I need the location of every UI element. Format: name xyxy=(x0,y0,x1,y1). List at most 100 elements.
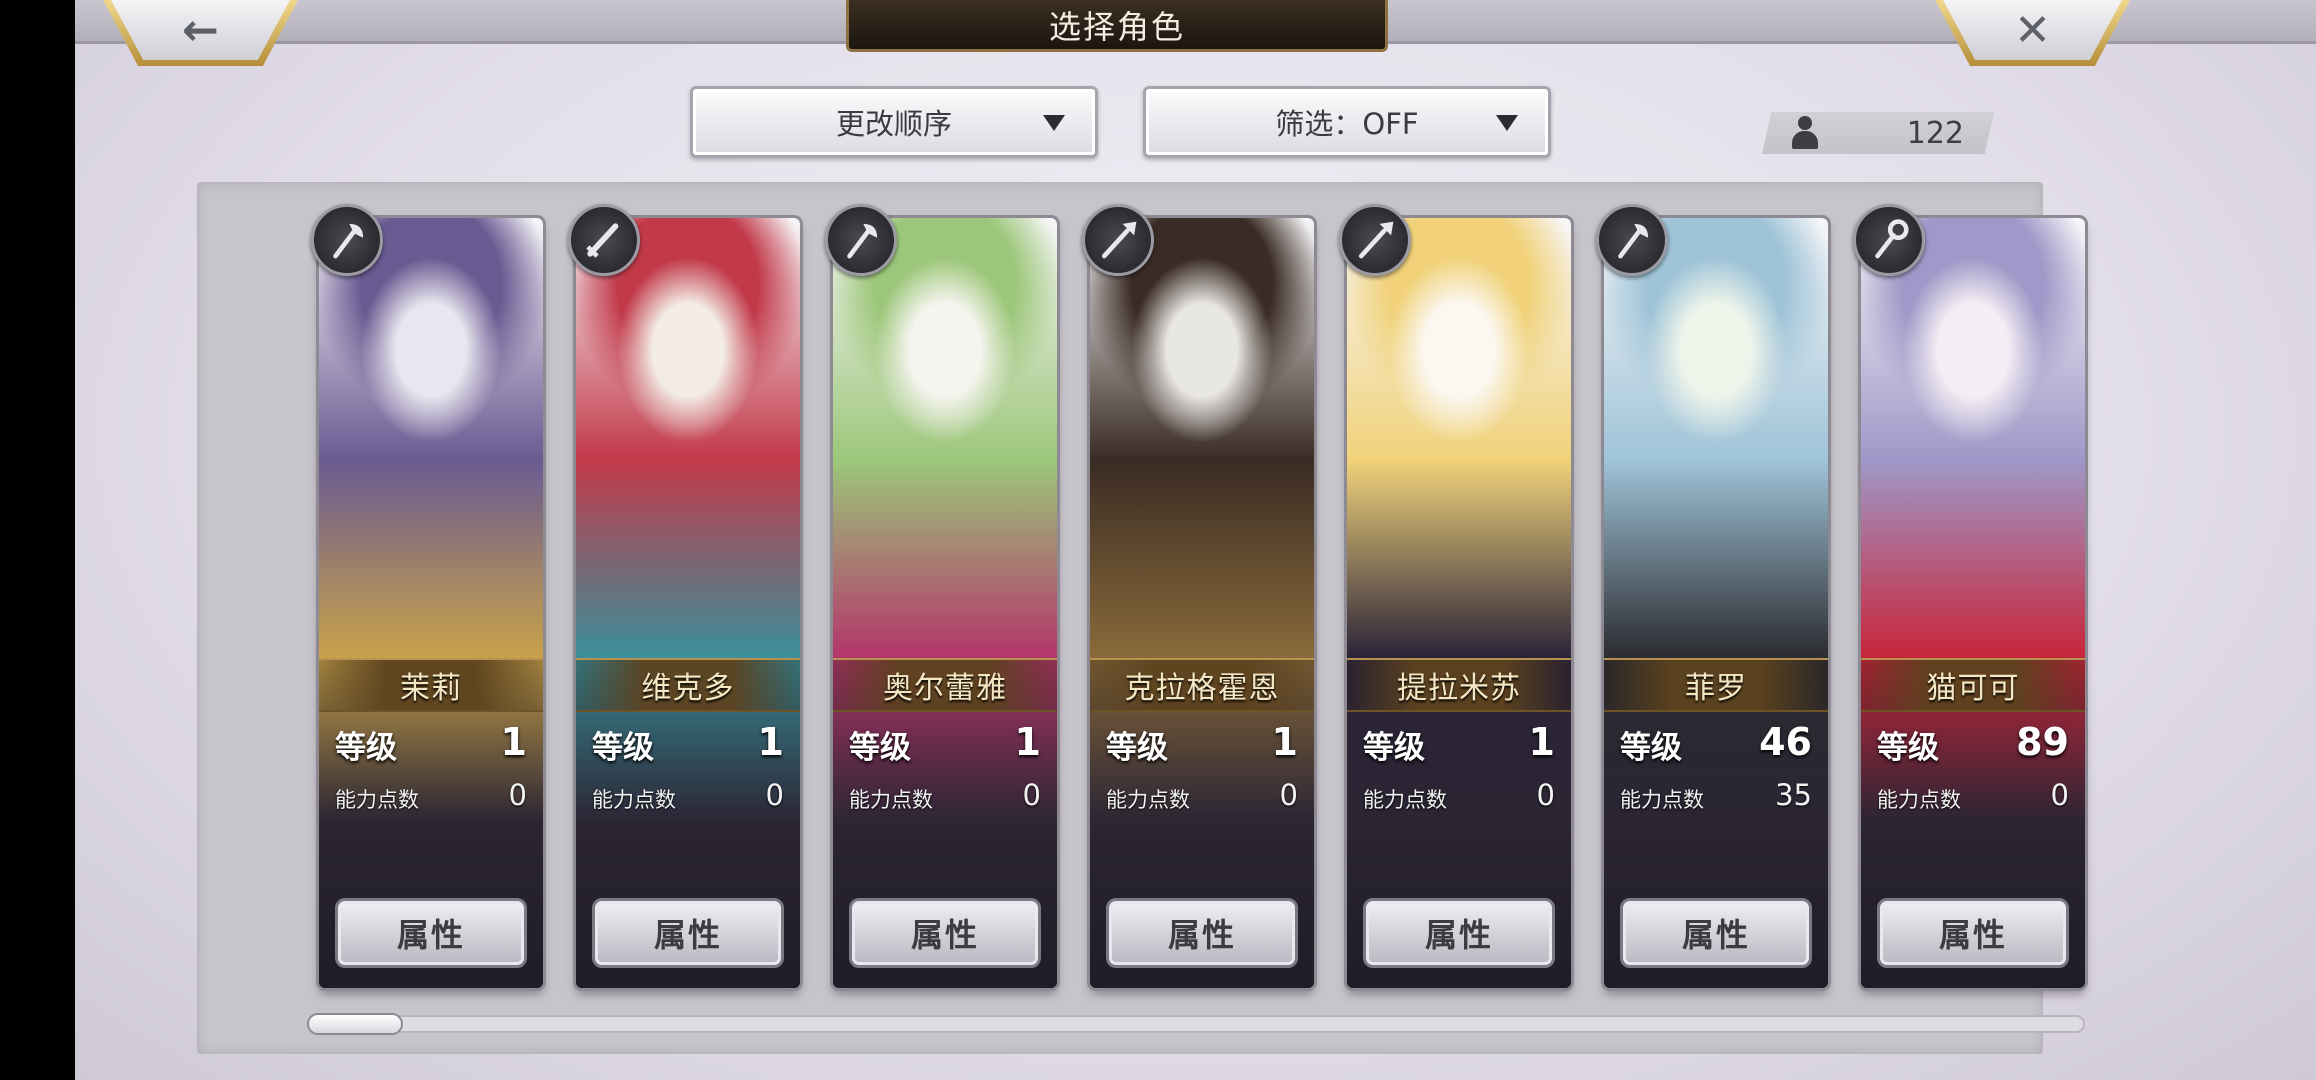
attribute-button-label: 属性 xyxy=(910,916,979,954)
ability-points-value: 35 xyxy=(1775,778,1812,812)
level-value: 89 xyxy=(2016,720,2069,764)
attribute-button-label: 属性 xyxy=(1167,916,1236,954)
character-name-bar: 克拉格霍恩 xyxy=(1090,658,1314,712)
character-name-bar: 猫可可 xyxy=(1861,658,2085,712)
ability-points-value: 0 xyxy=(1022,778,1041,812)
ability-points-label: 能力点数 xyxy=(1620,788,1704,812)
character-portrait xyxy=(319,218,543,658)
level-label: 等级 xyxy=(849,730,911,766)
character-card[interactable]: 维克多 等级 1 能力点数 0 属性 xyxy=(576,218,800,988)
level-row: 等级 46 xyxy=(1620,720,1812,768)
level-row: 等级 1 xyxy=(1106,720,1298,768)
level-row: 等级 1 xyxy=(849,720,1041,768)
page-title-plate: 选择角色 xyxy=(846,0,1388,52)
filter-dropdown[interactable]: 筛选：OFF xyxy=(1143,86,1551,158)
character-name: 茉莉 xyxy=(400,671,462,706)
level-row: 等级 1 xyxy=(592,720,784,768)
character-card[interactable]: 猫可可 等级 89 能力点数 0 属性 xyxy=(1861,218,2085,988)
attribute-button[interactable]: 属性 xyxy=(1877,898,2069,968)
level-label: 等级 xyxy=(592,730,654,766)
level-row: 等级 1 xyxy=(1363,720,1555,768)
back-arrow-icon: ← xyxy=(182,4,219,56)
ability-points-value: 0 xyxy=(508,778,527,812)
character-name: 提拉米苏 xyxy=(1397,671,1521,706)
staff-icon xyxy=(1853,204,1925,276)
level-value: 1 xyxy=(1014,720,1041,764)
sort-order-dropdown[interactable]: 更改顺序 xyxy=(690,86,1098,158)
character-name: 维克多 xyxy=(641,671,735,706)
ability-points-label: 能力点数 xyxy=(592,788,676,812)
level-value: 1 xyxy=(757,720,784,764)
character-portrait xyxy=(576,218,800,658)
character-card[interactable]: 提拉米苏 等级 1 能力点数 0 属性 xyxy=(1347,218,1571,988)
level-label: 等级 xyxy=(1363,730,1425,766)
character-name-bar: 茉莉 xyxy=(319,658,543,712)
attribute-button-label: 属性 xyxy=(653,916,722,954)
level-value: 1 xyxy=(500,720,527,764)
character-portrait xyxy=(1861,218,2085,658)
attribute-button-label: 属性 xyxy=(396,916,465,954)
filter-label: 筛选：OFF xyxy=(1275,107,1419,141)
attribute-button-label: 属性 xyxy=(1938,916,2007,954)
axe-icon xyxy=(311,204,383,276)
level-label: 等级 xyxy=(1106,730,1168,766)
character-name: 奥尔蕾雅 xyxy=(883,671,1007,706)
ability-points-label: 能力点数 xyxy=(1363,788,1447,812)
ability-points-label: 能力点数 xyxy=(1877,788,1961,812)
ability-points-label: 能力点数 xyxy=(335,788,419,812)
attribute-button[interactable]: 属性 xyxy=(1106,898,1298,968)
level-row: 等级 1 xyxy=(335,720,527,768)
character-name-bar: 提拉米苏 xyxy=(1347,658,1571,712)
level-value: 1 xyxy=(1271,720,1298,764)
page-title: 选择角色 xyxy=(1048,7,1185,46)
attribute-button[interactable]: 属性 xyxy=(849,898,1041,968)
level-label: 等级 xyxy=(1620,730,1682,766)
character-portrait xyxy=(1090,218,1314,658)
attribute-button-label: 属性 xyxy=(1681,916,1750,954)
character-name: 克拉格霍恩 xyxy=(1124,671,1280,706)
attribute-button[interactable]: 属性 xyxy=(1363,898,1555,968)
ability-points-row: 能力点数 0 xyxy=(335,778,527,818)
person-icon xyxy=(1790,116,1820,150)
ability-points-row: 能力点数 0 xyxy=(1877,778,2069,818)
axe-icon xyxy=(1596,204,1668,276)
level-value: 46 xyxy=(1759,720,1812,764)
ability-points-value: 0 xyxy=(2050,778,2069,812)
character-card[interactable]: 菲罗 等级 46 能力点数 35 属性 xyxy=(1604,218,1828,988)
attribute-button-label: 属性 xyxy=(1424,916,1493,954)
close-icon: ✕ xyxy=(2014,4,2051,56)
character-name: 猫可可 xyxy=(1926,671,2020,706)
character-count: 122 xyxy=(1906,115,1964,151)
ability-points-value: 0 xyxy=(765,778,784,812)
ability-points-row: 能力点数 0 xyxy=(592,778,784,818)
spear-icon xyxy=(1339,204,1411,276)
ability-points-value: 0 xyxy=(1536,778,1555,812)
character-portrait xyxy=(1604,218,1828,658)
ability-points-row: 能力点数 0 xyxy=(1363,778,1555,818)
character-portrait xyxy=(1347,218,1571,658)
sort-order-label: 更改顺序 xyxy=(835,107,952,141)
level-row: 等级 89 xyxy=(1877,720,2069,768)
character-name: 菲罗 xyxy=(1685,671,1747,706)
character-card[interactable]: 奥尔蕾雅 等级 1 能力点数 0 属性 xyxy=(833,218,1057,988)
level-value: 1 xyxy=(1528,720,1555,764)
attribute-button[interactable]: 属性 xyxy=(335,898,527,968)
ability-points-value: 0 xyxy=(1279,778,1298,812)
spear-icon xyxy=(1082,204,1154,276)
ability-points-label: 能力点数 xyxy=(1106,788,1190,812)
level-label: 等级 xyxy=(335,730,397,766)
ability-points-row: 能力点数 0 xyxy=(849,778,1041,818)
attribute-button[interactable]: 属性 xyxy=(592,898,784,968)
horizontal-scrollbar-track[interactable] xyxy=(307,1015,2085,1033)
character-count-box: 122 xyxy=(1762,112,1994,154)
character-card[interactable]: 茉莉 等级 1 能力点数 0 属性 xyxy=(319,218,543,988)
chevron-down-icon xyxy=(1043,115,1065,131)
sword-icon xyxy=(568,204,640,276)
ability-points-row: 能力点数 35 xyxy=(1620,778,1812,818)
character-name-bar: 奥尔蕾雅 xyxy=(833,658,1057,712)
horizontal-scrollbar-thumb[interactable] xyxy=(307,1013,403,1035)
character-name-bar: 菲罗 xyxy=(1604,658,1828,712)
attribute-button[interactable]: 属性 xyxy=(1620,898,1812,968)
character-card[interactable]: 克拉格霍恩 等级 1 能力点数 0 属性 xyxy=(1090,218,1314,988)
character-name-bar: 维克多 xyxy=(576,658,800,712)
